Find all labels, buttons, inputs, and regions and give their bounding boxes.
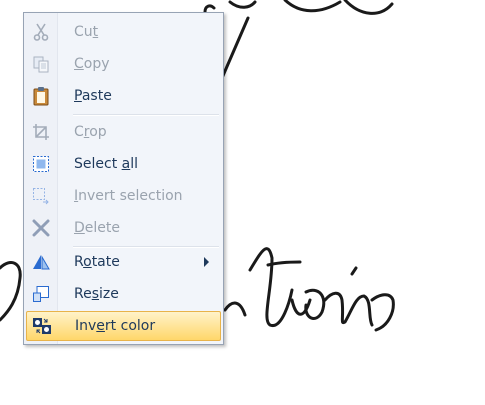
invert-color-icon	[27, 311, 57, 341]
menu-item-delete[interactable]: Delete	[26, 213, 221, 243]
context-menu: Cut Copy Paste Crop Select all Invert se…	[23, 12, 224, 345]
menu-item-select-all[interactable]: Select all	[26, 149, 221, 179]
submenu-arrow-icon	[204, 257, 209, 267]
menu-item-cut[interactable]: Cut	[26, 17, 221, 47]
invert-selection-icon	[26, 181, 56, 211]
resize-icon	[26, 279, 56, 309]
menu-item-paste[interactable]: Paste	[26, 81, 221, 111]
menu-item-rotate[interactable]: Rotate	[26, 247, 221, 277]
scissors-icon	[26, 17, 56, 47]
clipboard-icon	[26, 81, 56, 111]
menu-item-invert-color[interactable]: Invert color	[26, 311, 221, 341]
select-all-icon	[26, 149, 56, 179]
menu-item-crop[interactable]: Crop	[26, 117, 221, 147]
rotate-icon	[26, 247, 56, 277]
delete-icon	[26, 213, 56, 243]
menu-item-invert-selection[interactable]: Invert selection	[26, 181, 221, 211]
menu-separator	[73, 114, 219, 116]
crop-icon	[26, 117, 56, 147]
menu-item-copy[interactable]: Copy	[26, 49, 221, 79]
menu-item-resize[interactable]: Resize	[26, 279, 221, 309]
copy-icon	[26, 49, 56, 79]
